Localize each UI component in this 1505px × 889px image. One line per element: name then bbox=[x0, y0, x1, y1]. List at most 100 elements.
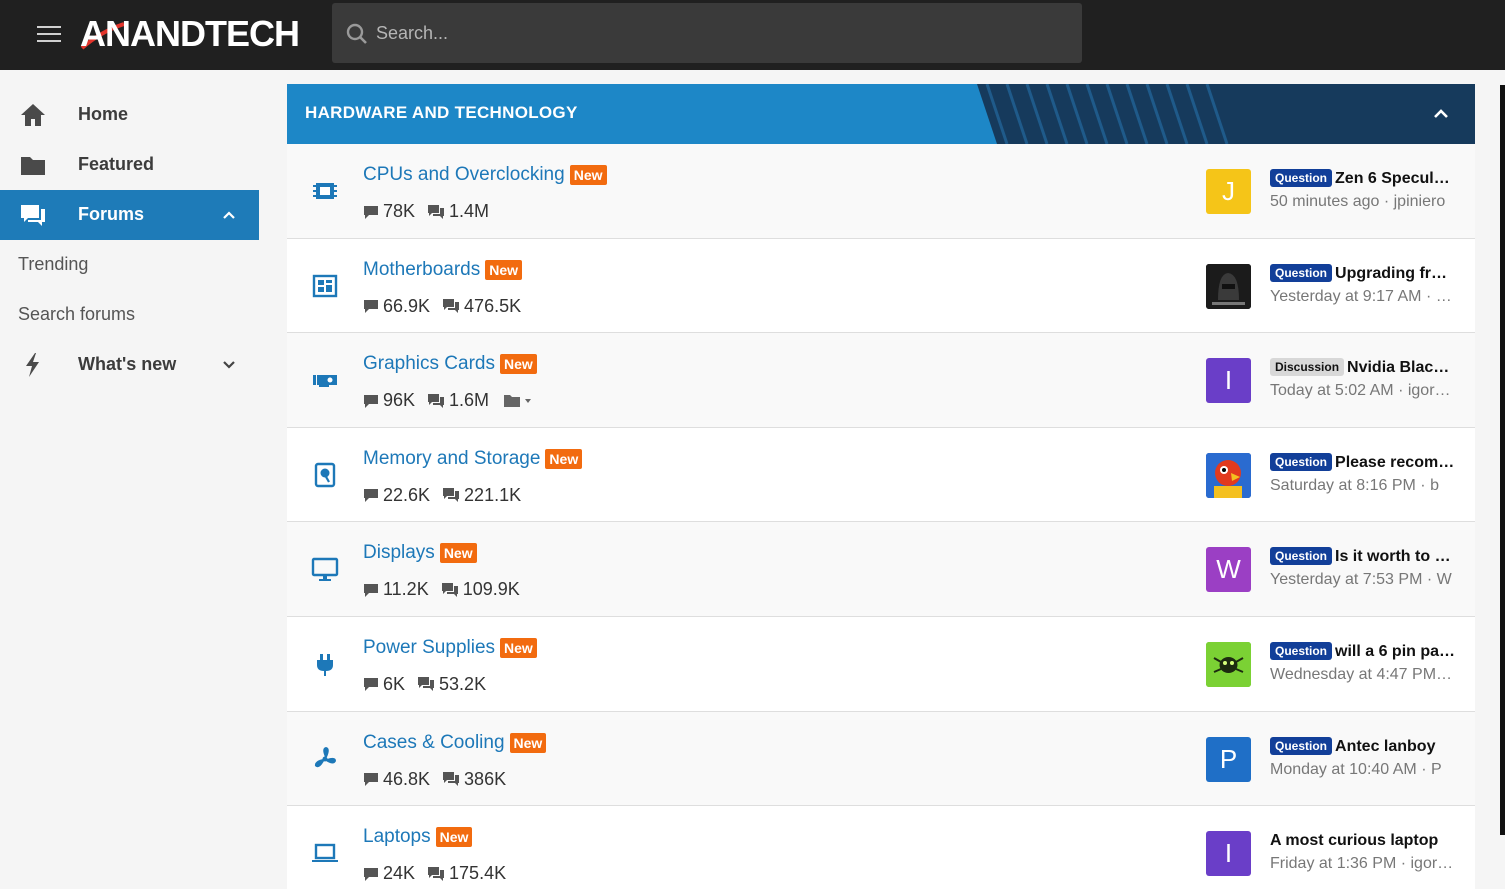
last-post-title[interactable]: Antec lanboy bbox=[1335, 738, 1435, 755]
last-post-meta[interactable]: Wednesday at 4:47 PM · x bbox=[1270, 664, 1456, 686]
sidebar-item-search-forums[interactable]: Search forums bbox=[0, 290, 259, 340]
prefix-badge: Discussion bbox=[1270, 358, 1345, 377]
last-post-title-link[interactable]: Questionwill a 6 pin part work bbox=[1270, 641, 1456, 663]
search-input[interactable] bbox=[376, 3, 1066, 63]
last-post-title-link[interactable]: DiscussionNvidia Blackwell bbox=[1270, 357, 1456, 379]
search-bar[interactable] bbox=[332, 3, 1082, 63]
forum-title-link[interactable]: Motherboards New bbox=[363, 259, 523, 281]
last-post-title[interactable]: Zen 6 Speculation Thread bbox=[1335, 170, 1456, 187]
last-post-title[interactable]: Upgrading from old board bbox=[1335, 265, 1456, 282]
graphics-card-icon bbox=[313, 375, 337, 388]
last-post-title[interactable]: A most curious laptop bbox=[1270, 832, 1438, 849]
prefix-badge: Question bbox=[1270, 452, 1333, 471]
forum-title[interactable]: Power Supplies bbox=[363, 637, 495, 659]
bug-avatar-image bbox=[1206, 641, 1251, 687]
fan-icon bbox=[314, 746, 336, 767]
last-post-title-link[interactable]: QuestionPlease recommend an SSD bbox=[1270, 452, 1456, 474]
caret-down-icon bbox=[525, 398, 532, 403]
home-icon bbox=[21, 104, 45, 126]
menu-icon[interactable] bbox=[37, 25, 61, 43]
last-post: QuestionUpgrading from old board Yesterd… bbox=[1270, 263, 1456, 308]
site-logo[interactable]: ANANDTECH bbox=[80, 12, 300, 56]
forum-node: Motherboards New 66.9K 476.5K Question U… bbox=[287, 238, 1475, 334]
messages-stat: 109.9K bbox=[441, 579, 520, 600]
forum-node: CPUs and Overclocking New 78K 1.4M J Que… bbox=[287, 144, 1475, 239]
forum-title[interactable]: Memory and Storage bbox=[363, 448, 540, 470]
last-post-meta[interactable]: Monday at 10:40 AM · P bbox=[1270, 759, 1456, 781]
forum-stats: 66.9K 476.5K bbox=[363, 296, 533, 317]
last-post-title[interactable]: Please recommend an SSD bbox=[1335, 454, 1456, 471]
forum-title-link[interactable]: Laptops New bbox=[363, 826, 473, 848]
last-post-meta[interactable]: 50 minutes ago · jpiniero bbox=[1270, 191, 1456, 213]
last-post: QuestionIs it worth to upgrade Yesterday… bbox=[1270, 546, 1456, 591]
messages-count: 109.9K bbox=[462, 579, 520, 600]
prefix-badge: Question bbox=[1270, 736, 1333, 755]
forum-title-link[interactable]: Cases & Cooling New bbox=[363, 732, 547, 754]
messages-icon bbox=[443, 772, 460, 787]
sidebar-item-featured[interactable]: Featured bbox=[0, 140, 259, 190]
sidebar-item-home[interactable]: Home bbox=[0, 90, 259, 140]
forum-stats: 46.8K 386K bbox=[363, 769, 518, 790]
sidebar-item-forums[interactable]: Forums bbox=[0, 190, 259, 240]
forum-title[interactable]: Displays bbox=[363, 542, 435, 564]
avatar[interactable] bbox=[1206, 263, 1251, 309]
avatar[interactable]: I bbox=[1206, 358, 1251, 404]
scrollbar[interactable] bbox=[1500, 85, 1505, 835]
forum-title[interactable]: Motherboards bbox=[363, 259, 480, 281]
threads-count: 66.9K bbox=[383, 295, 431, 316]
sidebar-item-label: Trending bbox=[18, 254, 89, 274]
forum-title[interactable]: Graphics Cards bbox=[363, 353, 495, 375]
forum-title-link[interactable]: Memory and Storage New bbox=[363, 448, 583, 470]
last-post-title-link[interactable]: QuestionIs it worth to upgrade bbox=[1270, 546, 1456, 568]
threads-stat: 24K bbox=[363, 863, 415, 884]
category-title[interactable]: HARDWARE AND TECHNOLOGY bbox=[305, 103, 578, 123]
header-stripe-decoration bbox=[977, 84, 1475, 144]
forum-title-link[interactable]: Displays New bbox=[363, 542, 477, 564]
last-post-title[interactable]: Nvidia Blackwell bbox=[1347, 359, 1456, 376]
last-post-title-link[interactable]: A most curious laptop bbox=[1270, 830, 1456, 852]
last-post-title-link[interactable]: QuestionUpgrading from old board bbox=[1270, 263, 1456, 285]
avatar[interactable]: P bbox=[1206, 736, 1251, 782]
avatar[interactable]: J bbox=[1206, 169, 1251, 214]
forum-title[interactable]: Laptops bbox=[363, 826, 431, 848]
sidebar-item-label: What's new bbox=[78, 354, 177, 374]
sidebar-item-trending[interactable]: Trending bbox=[0, 240, 259, 290]
subforums-dropdown[interactable] bbox=[503, 394, 535, 408]
forum-title[interactable]: Cases & Cooling bbox=[363, 732, 505, 754]
sidebar-item-whats-new[interactable]: What's new bbox=[0, 340, 259, 390]
last-post: Question Antec lanboy Monday at 10:40 AM … bbox=[1270, 736, 1456, 781]
forum-title-link[interactable]: Power Supplies New bbox=[363, 637, 537, 659]
forum-title-link[interactable]: Graphics Cards New bbox=[363, 353, 537, 375]
last-post-title[interactable]: Is it worth to upgrade bbox=[1335, 548, 1456, 565]
last-post: Questionwill a 6 pin part work Wednesday… bbox=[1270, 641, 1456, 686]
last-post-meta[interactable]: Yesterday at 7:53 PM · W bbox=[1270, 569, 1456, 591]
collapse-chevron-icon[interactable] bbox=[1431, 104, 1451, 124]
forum-title-link[interactable]: CPUs and Overclocking New bbox=[363, 164, 607, 186]
messages-stat: 221.1K bbox=[442, 485, 521, 506]
folder-icon bbox=[21, 157, 45, 175]
chevron-up-icon[interactable] bbox=[222, 208, 236, 222]
prefix-badge: Question bbox=[1270, 547, 1333, 566]
thread-icon bbox=[364, 489, 378, 503]
last-post-title-link[interactable]: Question Antec lanboy bbox=[1270, 736, 1456, 758]
thread-icon bbox=[364, 205, 378, 219]
avatar[interactable] bbox=[1206, 641, 1251, 687]
threads-count: 11.2K bbox=[383, 579, 429, 600]
storage-icon bbox=[314, 462, 336, 487]
avatar[interactable] bbox=[1206, 452, 1251, 498]
new-badge: New bbox=[485, 259, 523, 280]
last-post-title[interactable]: will a 6 pin part work bbox=[1335, 643, 1456, 660]
last-post-meta[interactable]: Today at 5:02 AM · igor_kavinski bbox=[1270, 380, 1456, 402]
forum-stats: 22.6K 221.1K bbox=[363, 485, 533, 506]
chevron-down-icon[interactable] bbox=[222, 358, 236, 372]
last-post-meta[interactable]: Yesterday at 9:17 AM · Dark Helmet bbox=[1270, 286, 1456, 308]
avatar[interactable]: I bbox=[1206, 831, 1251, 877]
last-post-meta[interactable]: Saturday at 8:16 PM · b bbox=[1270, 475, 1456, 497]
last-post-meta[interactable]: Friday at 1:36 PM · igor_kavinski bbox=[1270, 853, 1456, 875]
last-post-title-link[interactable]: QuestionZen 6 Speculation Thread bbox=[1270, 168, 1456, 190]
forum-title[interactable]: CPUs and Overclocking bbox=[363, 164, 565, 186]
monitor-icon bbox=[311, 558, 339, 582]
avatar[interactable]: W bbox=[1206, 547, 1251, 593]
folder-icon bbox=[504, 394, 521, 407]
threads-stat: 22.6K bbox=[363, 485, 430, 506]
